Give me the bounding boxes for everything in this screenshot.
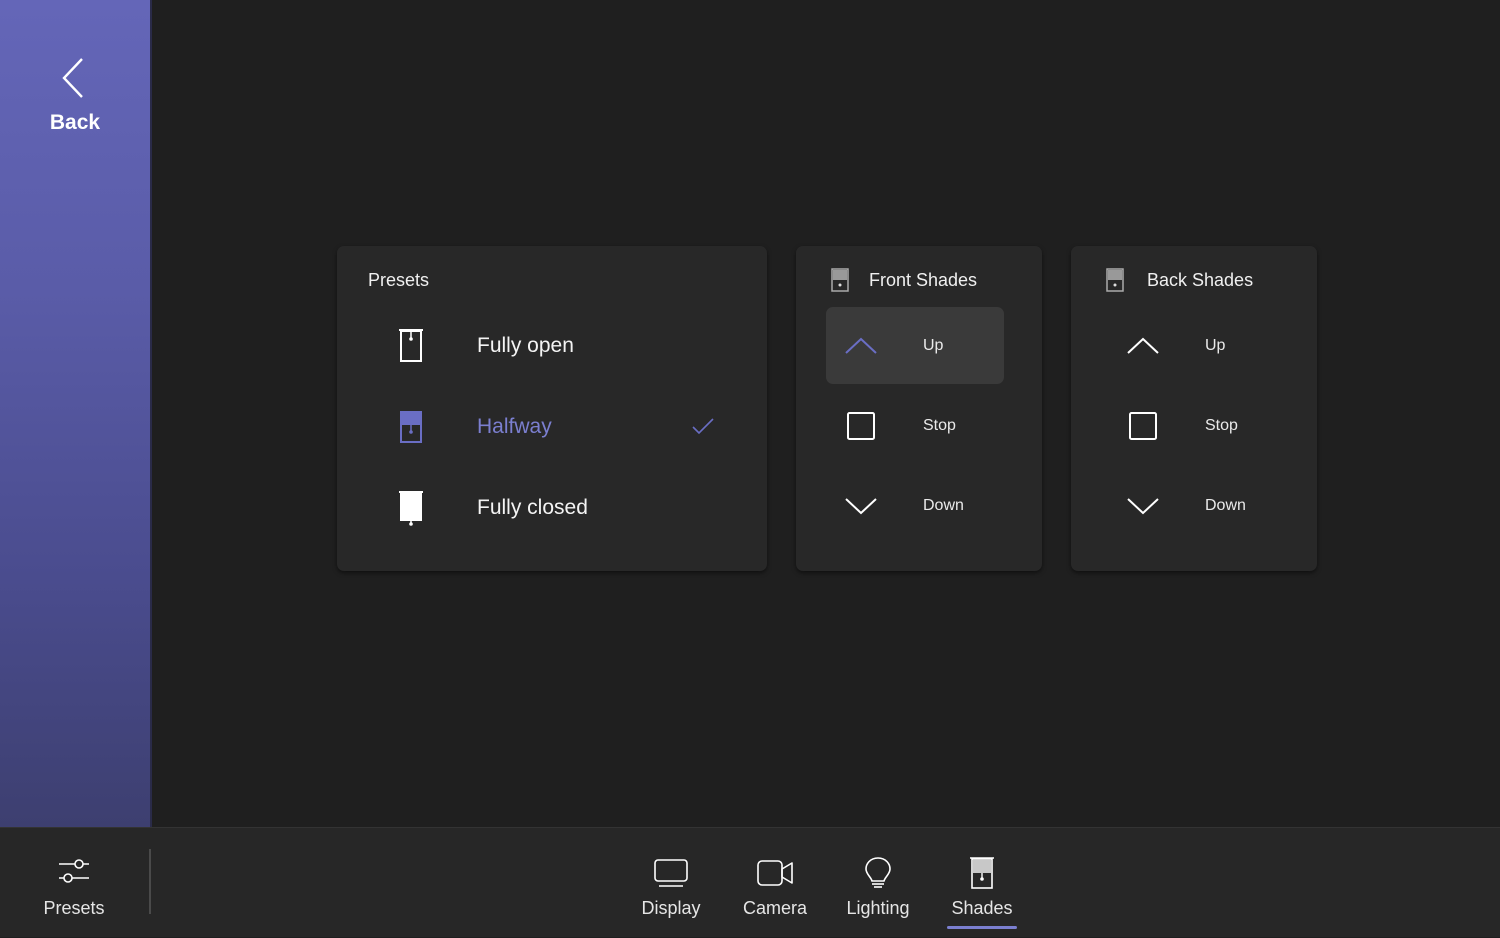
control-label: Up <box>923 336 944 354</box>
control-label: Down <box>923 496 964 514</box>
lightbulb-icon <box>865 857 891 888</box>
front-shades-up-button[interactable]: Up <box>826 307 1004 384</box>
stop-square-icon <box>1129 411 1157 440</box>
tab-label: Shades <box>951 898 1013 918</box>
tab-display[interactable]: Display <box>630 828 712 938</box>
control-label: Up <box>1205 336 1226 354</box>
preset-halfway[interactable]: Halfway <box>377 397 737 457</box>
sliders-icon <box>59 859 89 883</box>
preset-label: Halfway <box>477 415 552 438</box>
chevron-down-icon <box>1127 497 1159 514</box>
presets-card: Presets Fully open Halfway Fully closed <box>337 246 767 571</box>
front-shades-title: Front Shades <box>869 270 978 290</box>
presets-label: Presets <box>43 898 105 918</box>
stop-square-icon <box>847 411 875 440</box>
shade-icon <box>831 268 849 292</box>
back-button[interactable]: Back <box>0 55 150 155</box>
chevron-up-icon <box>1127 337 1159 354</box>
display-icon <box>654 859 688 887</box>
shade-closed-icon <box>399 491 423 526</box>
sidebar: Back <box>0 0 150 827</box>
checkmark-icon <box>692 418 714 435</box>
shade-icon <box>970 857 994 889</box>
tab-label: Camera <box>742 898 808 918</box>
control-label: Stop <box>923 416 956 434</box>
back-shades-stop-button[interactable]: Stop <box>1108 387 1286 464</box>
control-label: Down <box>1205 496 1246 514</box>
tab-shades[interactable]: Shades <box>942 828 1022 938</box>
back-shades-down-button[interactable]: Down <box>1108 467 1286 544</box>
tab-label: Lighting <box>846 898 910 918</box>
shade-open-icon <box>399 329 423 362</box>
front-shades-stop-button[interactable]: Stop <box>826 387 1004 464</box>
shade-halfway-icon <box>400 411 422 443</box>
bottom-bar: Presets Display Camera Lighting Shades <box>0 827 1500 937</box>
tab-camera[interactable]: Camera <box>734 828 816 938</box>
control-label: Stop <box>1205 416 1238 434</box>
camera-icon <box>757 860 793 886</box>
shade-icon <box>1106 268 1124 292</box>
chevron-left-icon <box>62 58 83 98</box>
back-shades-card: Back Shades Up Stop Down <box>1071 246 1317 571</box>
preset-fully-open[interactable]: Fully open <box>377 316 737 376</box>
preset-fully-closed[interactable]: Fully closed <box>377 478 737 538</box>
front-shades-card: Front Shades Up Stop Down <box>796 246 1042 571</box>
presets-button[interactable]: Presets <box>0 828 148 938</box>
back-label: Back <box>49 111 101 134</box>
chevron-down-icon <box>845 497 877 514</box>
chevron-up-icon <box>845 337 877 354</box>
back-shades-title: Back Shades <box>1147 270 1254 290</box>
bottom-divider <box>149 849 151 914</box>
front-shades-down-button[interactable]: Down <box>826 467 1004 544</box>
tab-label: Display <box>641 898 701 918</box>
back-shades-up-button[interactable]: Up <box>1108 307 1286 384</box>
presets-card-title: Presets <box>368 270 430 290</box>
preset-label: Fully closed <box>477 496 588 519</box>
preset-label: Fully open <box>477 334 574 357</box>
tab-lighting[interactable]: Lighting <box>838 828 918 938</box>
selected-tab-indicator <box>947 926 1017 929</box>
